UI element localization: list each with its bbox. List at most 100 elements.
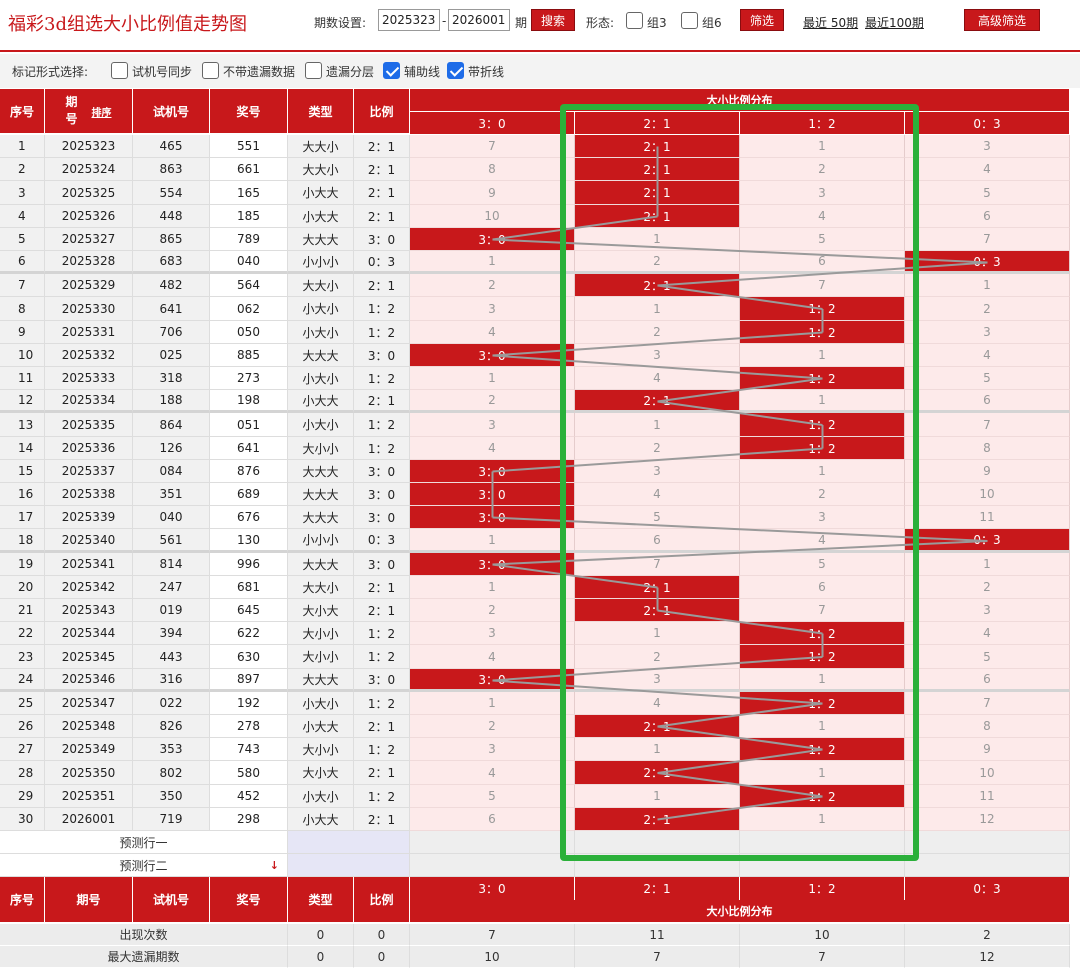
- miss-cell: 6: [905, 205, 1070, 228]
- row-seq: 1: [0, 135, 45, 158]
- miss-cell: 4: [905, 344, 1070, 367]
- miss-cell: 9: [905, 460, 1070, 483]
- row-seq: 15: [0, 460, 45, 483]
- row-seq: 17: [0, 506, 45, 529]
- miss-cell: 1: [410, 576, 575, 599]
- row-issue: 2025327: [45, 228, 133, 251]
- row-prize: 062: [210, 297, 288, 321]
- row-issue: 2025341: [45, 553, 133, 576]
- row-trial: 826: [133, 715, 210, 738]
- predict-input-cell[interactable]: [288, 831, 410, 854]
- predict-row-label[interactable]: 预测行一: [0, 831, 288, 854]
- hit-cell: 1：2: [740, 622, 905, 645]
- hit-cell: 2：1: [575, 761, 740, 785]
- miss-cell: 11: [905, 506, 1070, 529]
- miss-cell: 6: [740, 251, 905, 274]
- miss-cell: 1: [410, 251, 575, 274]
- row-prize: 789: [210, 228, 288, 251]
- row-seq: 18: [0, 529, 45, 553]
- row-type: 小大小: [288, 297, 354, 321]
- predict-dist-cell[interactable]: [905, 854, 1070, 877]
- row-prize: 564: [210, 274, 288, 297]
- miss-cell: 2: [410, 390, 575, 413]
- row-trial: 350: [133, 785, 210, 808]
- row-prize: 876: [210, 460, 288, 483]
- row-ratio: 1：2: [354, 297, 410, 321]
- predict-dist-cell[interactable]: [410, 831, 575, 854]
- miss-cell: 1: [740, 460, 905, 483]
- row-seq: 2: [0, 158, 45, 181]
- stat-value: 7: [575, 946, 740, 968]
- miss-cell: 3: [905, 599, 1070, 622]
- miss-cell: 3: [575, 344, 740, 367]
- miss-cell: 4: [575, 692, 740, 715]
- miss-cell: 7: [905, 413, 1070, 437]
- predict-dist-cell[interactable]: [740, 831, 905, 854]
- miss-cell: 3: [575, 460, 740, 483]
- row-seq: 6: [0, 251, 45, 274]
- row-ratio: 2：1: [354, 274, 410, 297]
- row-trial: 863: [133, 158, 210, 181]
- row-prize: 278: [210, 715, 288, 738]
- stat-label: 最大遗漏期数: [0, 946, 288, 968]
- miss-cell: 3: [905, 321, 1070, 344]
- row-seq: 21: [0, 599, 45, 622]
- row-ratio: 1：2: [354, 645, 410, 669]
- hit-cell: 1：2: [740, 367, 905, 390]
- miss-cell: 2: [740, 158, 905, 181]
- predict-dist-cell[interactable]: [740, 854, 905, 877]
- hit-cell: 2：1: [575, 274, 740, 297]
- miss-cell: 5: [740, 228, 905, 251]
- row-issue: 2025329: [45, 274, 133, 297]
- row-ratio: 2：1: [354, 158, 410, 181]
- row-seq: 4: [0, 205, 45, 228]
- miss-cell: 8: [410, 158, 575, 181]
- hit-cell: 1：2: [740, 413, 905, 437]
- hit-cell: 1：2: [740, 692, 905, 715]
- row-trial: 864: [133, 413, 210, 437]
- hit-cell: 3：0: [410, 553, 575, 576]
- predict-dist-cell[interactable]: [575, 831, 740, 854]
- row-ratio: 1：2: [354, 622, 410, 645]
- row-seq: 25: [0, 692, 45, 715]
- miss-cell: 11: [905, 785, 1070, 808]
- row-trial: 443: [133, 645, 210, 669]
- hit-cell: 1：2: [740, 738, 905, 761]
- header-seq: 序号: [0, 89, 45, 134]
- miss-cell: 2: [905, 576, 1070, 599]
- miss-cell: 6: [905, 669, 1070, 692]
- predict-input-cell[interactable]: [288, 854, 410, 877]
- header-trial: 试机号: [133, 89, 210, 134]
- row-type: 大大大: [288, 460, 354, 483]
- footer-dist-col: 2：1: [575, 877, 740, 900]
- hit-cell: 3：0: [410, 460, 575, 483]
- hit-cell: 1：2: [740, 437, 905, 460]
- row-type: 小大小: [288, 785, 354, 808]
- row-prize: 273: [210, 367, 288, 390]
- miss-cell: 2: [410, 715, 575, 738]
- hit-cell: 0：3: [905, 529, 1070, 553]
- hit-cell: 3：0: [410, 344, 575, 367]
- miss-cell: 2: [410, 274, 575, 297]
- row-ratio: 1：2: [354, 437, 410, 460]
- row-seq: 12: [0, 390, 45, 413]
- row-prize: 996: [210, 553, 288, 576]
- row-trial: 019: [133, 599, 210, 622]
- predict-row-label[interactable]: 预测行二 ↓: [0, 854, 288, 877]
- row-ratio: 2：1: [354, 761, 410, 785]
- predict-dist-cell[interactable]: [575, 854, 740, 877]
- sort-link[interactable]: 排序: [92, 104, 112, 119]
- row-issue: 2025338: [45, 483, 133, 506]
- stat-value: 7: [410, 924, 575, 946]
- predict-dist-cell[interactable]: [410, 854, 575, 877]
- row-type: 大小小: [288, 738, 354, 761]
- row-seq: 28: [0, 761, 45, 785]
- footer-type: 类型: [288, 877, 354, 923]
- row-prize: 198: [210, 390, 288, 413]
- row-type: 小小小: [288, 251, 354, 274]
- stat-value: 10: [740, 924, 905, 946]
- stat-type: 0: [288, 946, 354, 968]
- miss-cell: 10: [905, 483, 1070, 506]
- predict-dist-cell[interactable]: [905, 831, 1070, 854]
- row-seq: 10: [0, 344, 45, 367]
